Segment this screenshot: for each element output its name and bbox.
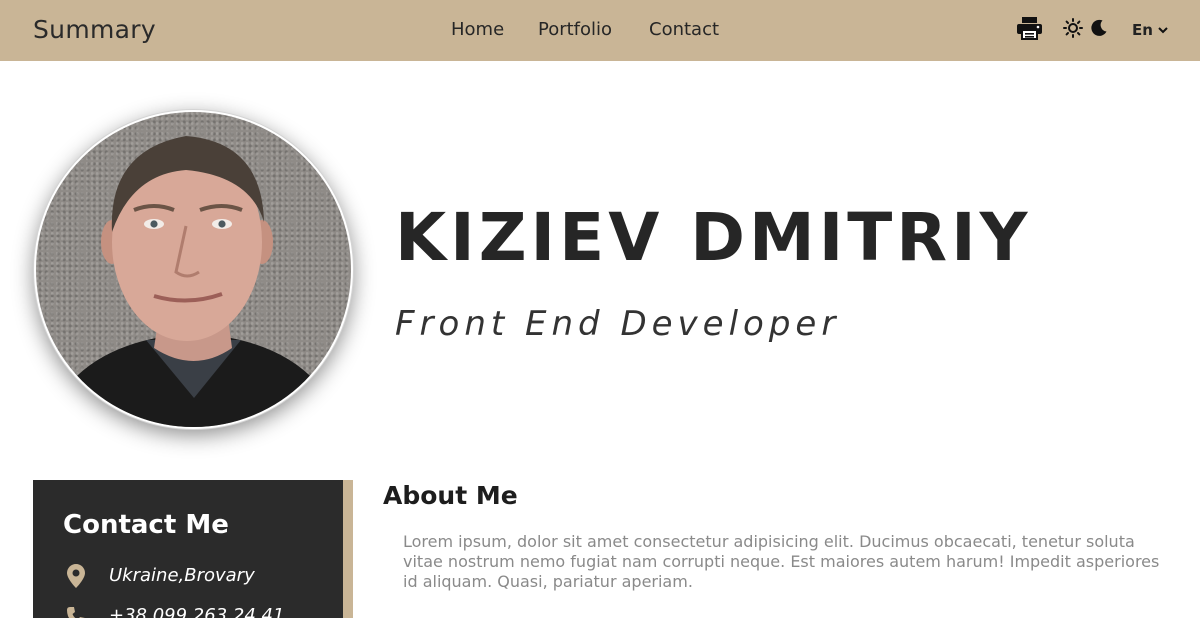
contact-item-location: Ukraine,Brovary xyxy=(65,564,255,588)
brand-title[interactable]: Summary xyxy=(33,14,156,46)
location-pin-icon xyxy=(65,564,87,588)
print-button[interactable] xyxy=(1014,15,1044,45)
about-heading: About Me xyxy=(383,481,518,510)
moon-icon xyxy=(1090,19,1108,41)
nav-link-contact[interactable]: Contact xyxy=(649,18,719,42)
next-section-heading-peek xyxy=(511,612,541,618)
job-title: Front End Developer xyxy=(395,304,841,344)
phone-icon xyxy=(65,604,87,618)
profile-photo xyxy=(34,110,353,429)
contact-heading: Contact Me xyxy=(63,510,229,540)
printer-icon xyxy=(1016,16,1043,44)
language-select[interactable]: En xyxy=(1132,15,1172,45)
contact-phone-text[interactable]: +38 099 263 24 41 xyxy=(109,604,284,618)
contact-location-text: Ukraine,Brovary xyxy=(109,565,255,586)
light-theme-button[interactable] xyxy=(1063,15,1083,45)
contact-panel: Contact Me Ukraine,Brovary +38 099 263 2… xyxy=(33,480,353,618)
sun-icon xyxy=(1063,18,1083,42)
dark-theme-button[interactable] xyxy=(1089,15,1109,45)
about-paragraph: Lorem ipsum, dolor sit amet consectetur … xyxy=(403,532,1160,591)
person-name: KIZIEV DMITRIY xyxy=(395,199,1032,276)
nav-link-home[interactable]: Home xyxy=(451,18,504,42)
language-label: En xyxy=(1132,21,1153,39)
top-navigation-bar: Summary Home Portfolio Contact En xyxy=(0,0,1200,61)
chevron-down-icon xyxy=(1158,26,1168,34)
contact-item-phone[interactable]: +38 099 263 24 41 xyxy=(65,604,284,618)
nav-link-portfolio[interactable]: Portfolio xyxy=(538,18,612,42)
